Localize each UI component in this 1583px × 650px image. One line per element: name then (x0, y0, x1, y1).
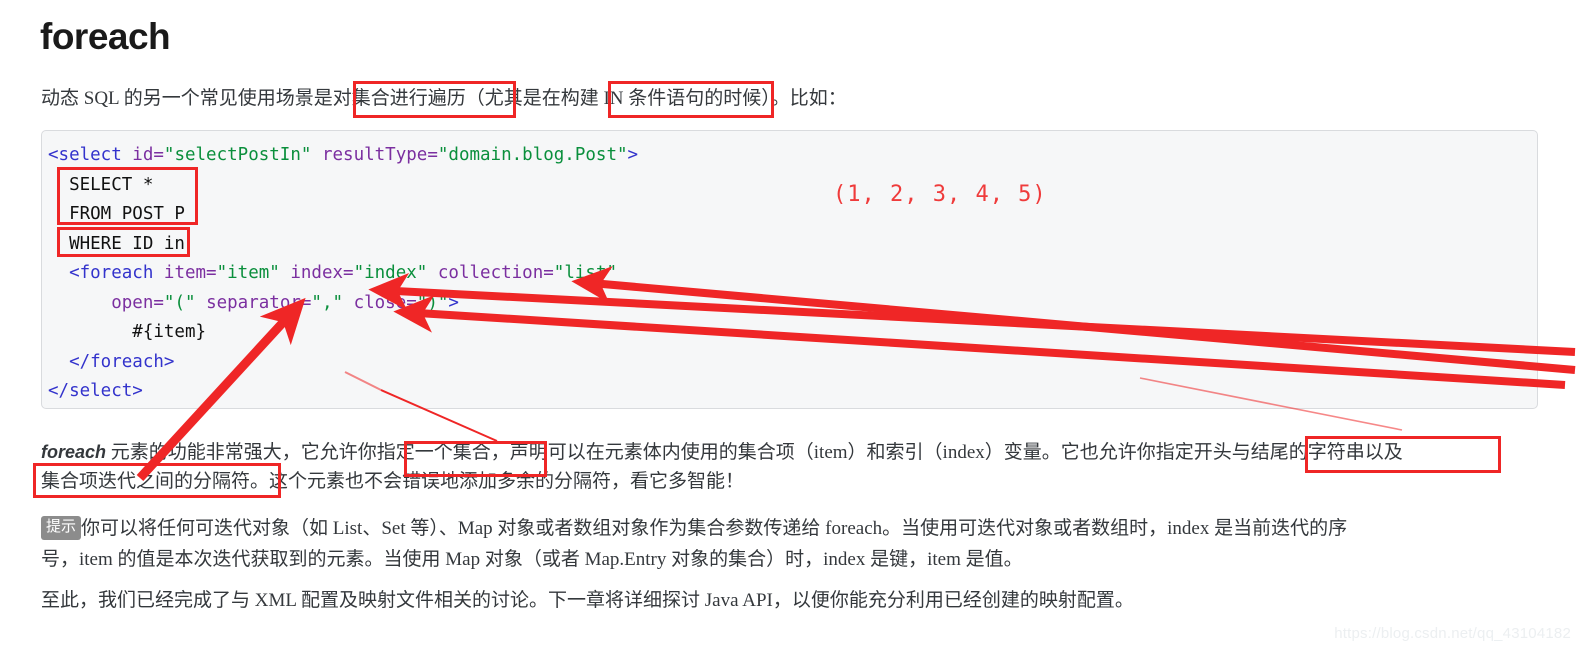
line-sql-from: FROM POST P (48, 200, 1537, 230)
code-annotation-values: (1, 2, 3, 4, 5) (833, 182, 1047, 207)
code-token-str: "domain.blog.Post" (437, 145, 628, 165)
code-token-attr: open= (111, 292, 164, 313)
code-block: <select id="selectPostIn" resultType="do… (41, 130, 1538, 409)
final-paragraph: 至此，我们已经完成了与 XML 配置及映射文件相关的讨论。下一章将详细探讨 Ja… (41, 590, 1134, 611)
foreach-description-line-1-text: 元素的功能非常强大，它允许你指定一个集合，声明可以在元素体内使用的集合项（ite… (106, 442, 1403, 463)
code-token-str: "index" (353, 263, 428, 283)
code-token-attr: separator= (206, 292, 312, 313)
line-select-open: <select id="selectPostIn" resultType="do… (48, 141, 1537, 171)
code-token-attr: index= (290, 263, 354, 283)
intro-paragraph: 动态 SQL 的另一个常见使用场景是对集合进行遍历（尤其是在构建 IN 条件语句… (41, 88, 847, 109)
code-token-tag: </select> (48, 381, 143, 401)
code-token-str: "item" (216, 263, 280, 283)
line-sql-where: WHERE ID in (48, 230, 1537, 260)
watermark: https://blog.csdn.net/qq_43104182 (1334, 625, 1571, 642)
tip-line-1: 你可以将任何可迭代对象（如 List、Set 等）、Map 对象或者数组对象作为… (81, 518, 1348, 539)
tip-block: 提示 你可以将任何可迭代对象（如 List、Set 等）、Map 对象或者数组对象… (41, 514, 1541, 544)
code-token-attr: resultType= (321, 145, 438, 165)
code-token-str: "(" (163, 292, 196, 313)
document-page: foreach 动态 SQL 的另一个常见使用场景是对集合进行遍历（尤其是在构建… (0, 0, 1583, 650)
tip-badge: 提示 (41, 516, 82, 540)
line-foreach-close: </foreach> (48, 348, 1537, 378)
code-token-attr: collection= (437, 263, 554, 283)
code-token-str: "," (311, 292, 344, 313)
foreach-description-line-2: 集合项迭代之间的分隔符。这个元素也不会错误地添加多余的分隔符，看它多智能！ (41, 471, 745, 492)
line-foreach-open: <foreach item="item" index="index" colle… (48, 259, 1537, 289)
line-select-close: </select> (48, 377, 1537, 407)
code-token-plain: #{item} (48, 322, 207, 342)
page-title: foreach (40, 16, 171, 57)
code-token-tag: > (627, 145, 639, 165)
line-foreach-attrs: open="(" separator="," close=")"> (48, 289, 1537, 319)
foreach-keyword-emphasis: foreach (41, 442, 107, 462)
code-token-sql: FROM POST P (48, 204, 185, 224)
code-token-tag: <select (48, 145, 133, 165)
code-token-str: "list" (553, 263, 618, 283)
code-token-sql: WHERE ID in (48, 233, 185, 254)
code-token-attr: item= (163, 263, 217, 283)
code-token-tag: <foreach (48, 263, 164, 283)
code-token-attr: id= (132, 145, 164, 165)
code-token-str: "selectPostIn" (163, 145, 312, 165)
code-lines: <select id="selectPostIn" resultType="do… (48, 141, 1537, 407)
tip-line-2: 号，item 的值是本次迭代获取到的元素。当使用 Map 对象（或者 Map.E… (41, 549, 1023, 570)
code-token-str: ")" (416, 292, 449, 313)
line-item-expr: #{item} (48, 318, 1537, 348)
foreach-description-line-1: foreach 元素的功能非常强大，它允许你指定一个集合，声明可以在元素体内使用… (41, 437, 1403, 468)
line-sql-select: SELECT * (48, 171, 1537, 201)
code-token-tag: </foreach> (48, 351, 175, 372)
code-token-sql: SELECT * (48, 174, 154, 195)
code-token-attr: close= (353, 292, 417, 313)
code-token-tag: > (448, 292, 459, 313)
